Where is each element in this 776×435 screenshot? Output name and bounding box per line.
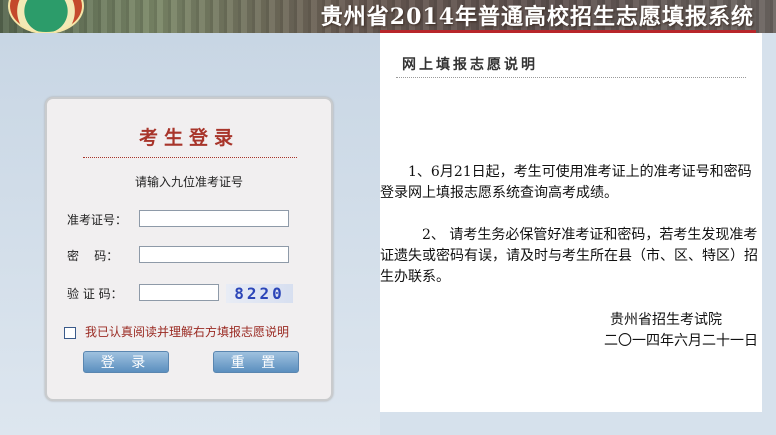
login-hint: 请输入九位准考证号 xyxy=(134,175,243,189)
login-title: 考生登录 xyxy=(138,127,239,149)
ticket-number-input[interactable] xyxy=(139,210,289,227)
captcha-input[interactable] xyxy=(139,284,219,301)
page-title: 贵州省2014年普通高校招生志愿填报系统 xyxy=(320,4,754,30)
login-title-divider xyxy=(83,157,297,158)
captcha-image[interactable]: 8220 xyxy=(226,284,293,303)
agree-checkbox[interactable] xyxy=(64,326,76,339)
instruction-paragraph-1: 1、6月21日起，考生可使用准考证上的准考证号和密码登录网上填报志愿系统查询高考… xyxy=(380,164,752,201)
agree-row[interactable]: 我已认真阅读并理解右方填报志愿说明 xyxy=(64,323,289,340)
instructions-panel: 网上填报志愿说明 1、6月21日起，考生可使用准考证上的准考证号和密码登录网上填… xyxy=(380,33,762,412)
reset-button[interactable]: 重 置 xyxy=(213,351,299,373)
signature-organization: 贵州省招生考试院 xyxy=(610,312,722,328)
instructions-divider xyxy=(396,77,746,78)
login-button[interactable]: 登 录 xyxy=(83,351,169,373)
signature-date: 二〇一四年六月二十一日 xyxy=(604,333,758,349)
agree-label[interactable]: 我已认真阅读并理解右方填报志愿说明 xyxy=(85,325,289,339)
ticket-number-label: 准考证号： xyxy=(67,213,128,227)
header-banner: 贵州省2014年普通高校招生志愿填报系统 xyxy=(0,0,776,33)
password-label: 密 码： xyxy=(67,249,119,263)
captcha-label: 验 证 码： xyxy=(67,287,123,301)
login-panel: 考生登录 请输入九位准考证号 准考证号： 密 码： 验 证 码： 8220 我已… xyxy=(45,97,333,401)
page-edge xyxy=(762,33,776,435)
instruction-paragraph-2: 2、 请考生务必保管好准考证和密码，若考生发现准考证遗失或密码有误，请及时与考生… xyxy=(380,227,758,285)
password-input[interactable] xyxy=(139,246,289,263)
instructions-title: 网上填报志愿说明 xyxy=(402,57,538,73)
login-area: 考生登录 请输入九位准考证号 准考证号： 密 码： 验 证 码： 8220 我已… xyxy=(0,33,380,435)
